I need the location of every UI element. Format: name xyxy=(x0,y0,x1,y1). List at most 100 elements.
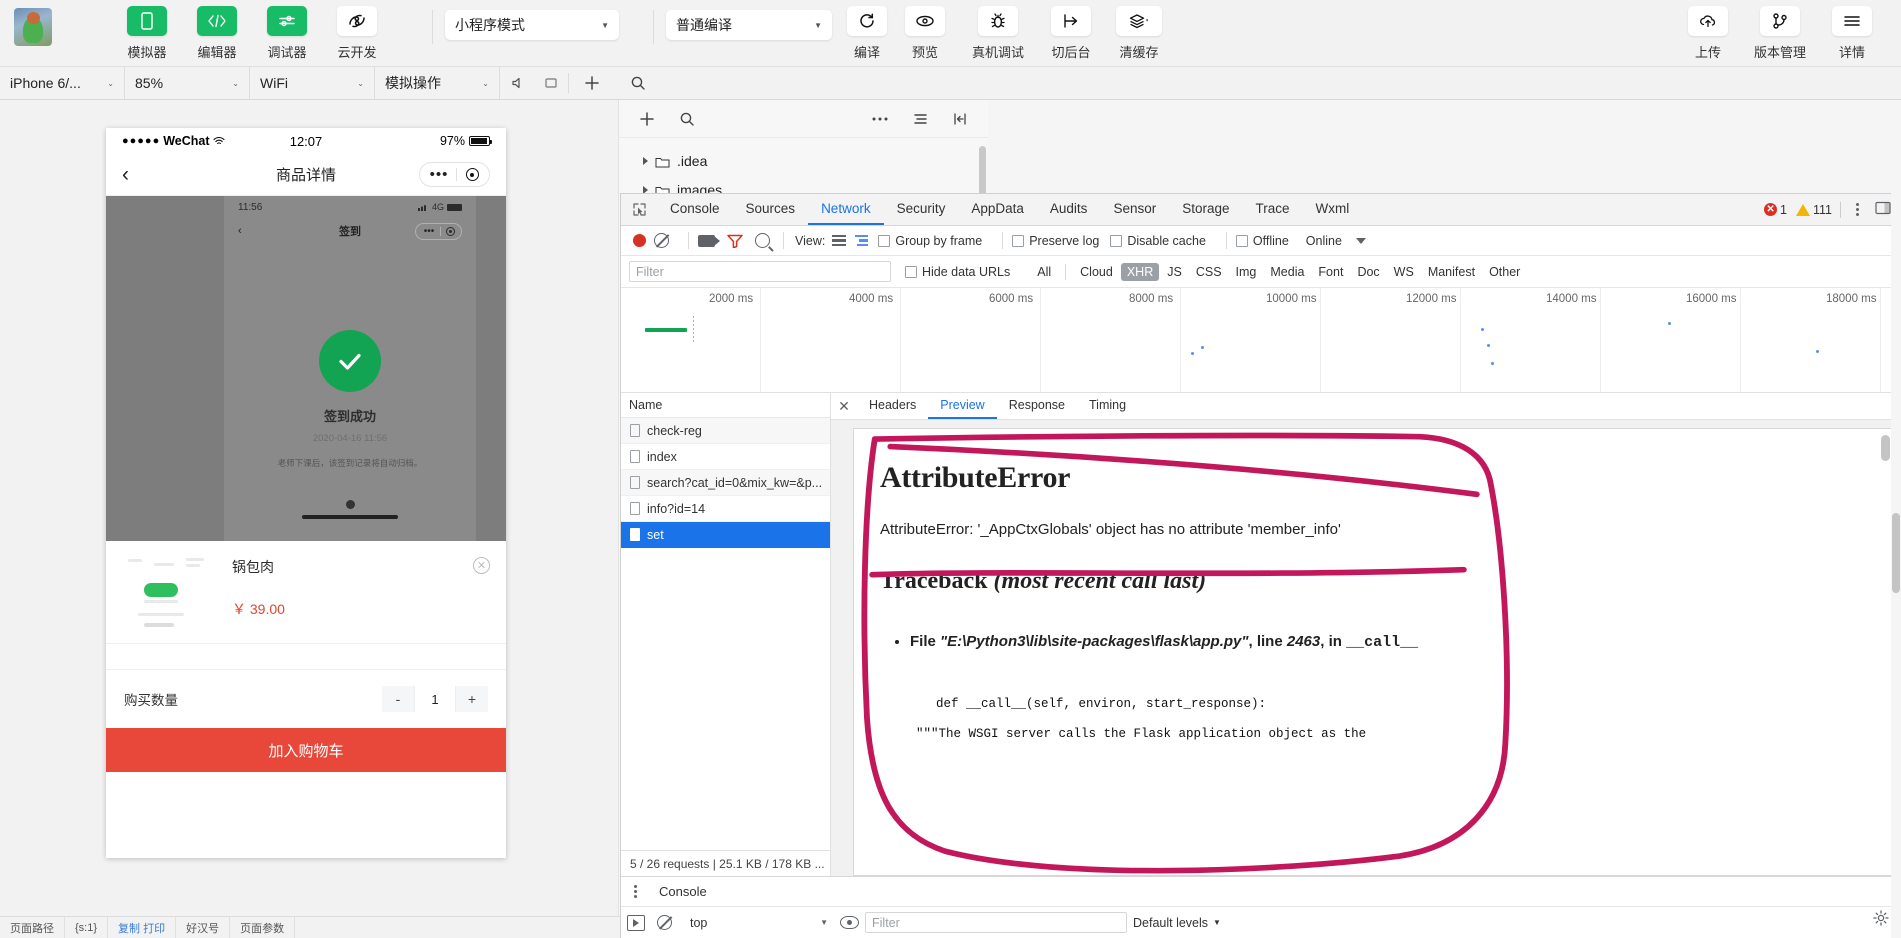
offline-checkbox[interactable]: Offline xyxy=(1235,234,1289,248)
filter-cloud[interactable]: Cloud xyxy=(1074,263,1119,281)
error-count[interactable]: ✕ 1 xyxy=(1764,203,1787,217)
capture-screenshots-icon[interactable] xyxy=(698,234,720,247)
filter-all[interactable]: All xyxy=(1031,263,1057,281)
toolbar-action-background[interactable]: 切后台 xyxy=(1044,6,1098,61)
tab-security[interactable]: Security xyxy=(884,194,959,225)
inspect-element-icon[interactable] xyxy=(621,194,657,225)
table-row[interactable]: search?cat_id=0&mix_kw=&p... xyxy=(621,470,830,496)
tab-console-drawer[interactable]: Console xyxy=(649,884,717,899)
hide-data-urls-checkbox[interactable]: Hide data URLs xyxy=(905,265,1010,279)
screen-icon[interactable] xyxy=(534,67,568,99)
preserve-log-checkbox[interactable]: Preserve log xyxy=(1012,234,1099,248)
close-icon[interactable]: ✕ xyxy=(473,557,490,574)
toolbar-action-upload[interactable]: 上传 xyxy=(1677,6,1739,61)
filter-font[interactable]: Font xyxy=(1312,263,1349,281)
zoom-select[interactable]: 85% ⌄ xyxy=(125,67,250,99)
volume-icon[interactable] xyxy=(500,67,534,99)
disable-cache-checkbox[interactable]: Disable cache xyxy=(1110,234,1206,248)
quantity-value[interactable]: 1 xyxy=(414,686,456,712)
tab-timing[interactable]: Timing xyxy=(1077,393,1138,419)
collapse-all-icon[interactable] xyxy=(900,105,940,133)
live-expression-icon[interactable] xyxy=(840,916,859,929)
network-overview-timeline[interactable]: 2000 ms 4000 ms 6000 ms 8000 ms 10000 ms… xyxy=(621,288,1901,393)
toolbar-action-realdevice[interactable]: 真机调试 xyxy=(966,6,1030,61)
clear-console-icon[interactable] xyxy=(657,915,672,930)
simulate-select[interactable]: 模拟操作 ⌄ xyxy=(375,67,500,99)
toolbar-action-clearcache[interactable]: 清缓存 xyxy=(1112,6,1166,61)
toolbar-action-version[interactable]: 版本管理 xyxy=(1747,6,1813,61)
filter-media[interactable]: Media xyxy=(1264,263,1310,281)
mode-select[interactable]: 小程序模式 ▼ xyxy=(445,10,619,40)
warning-count[interactable]: 111 xyxy=(1795,203,1832,217)
filter-doc[interactable]: Doc xyxy=(1351,263,1385,281)
bottom-cell-copy[interactable]: 复制 打印 xyxy=(108,917,177,938)
close-circle-icon[interactable] xyxy=(457,168,487,181)
filter-ws[interactable]: WS xyxy=(1388,263,1420,281)
toolbar-button-clouddev[interactable]: 云开发 xyxy=(326,6,388,61)
dock-icon[interactable] xyxy=(1875,201,1891,218)
user-avatar[interactable] xyxy=(14,8,52,46)
console-context-select[interactable]: top ▼ xyxy=(684,913,834,933)
tab-sources[interactable]: Sources xyxy=(733,194,809,225)
toolbar-action-detail[interactable]: 详情 xyxy=(1821,6,1883,61)
console-levels-select[interactable]: Default levels ▼ xyxy=(1133,916,1221,930)
table-row[interactable]: set xyxy=(621,522,830,548)
tab-preview[interactable]: Preview xyxy=(928,393,997,419)
add-icon[interactable] xyxy=(569,67,615,99)
split-panel-icon[interactable] xyxy=(940,105,980,133)
drawer-menu-icon[interactable] xyxy=(621,885,649,898)
tree-node-idea[interactable]: .idea xyxy=(619,146,988,175)
more-icon[interactable]: ••• xyxy=(422,166,456,183)
search-file-icon[interactable] xyxy=(667,105,707,133)
tab-audits[interactable]: Audits xyxy=(1037,194,1101,225)
filter-icon[interactable] xyxy=(727,234,743,249)
search-icon[interactable] xyxy=(755,233,770,248)
settings-gear-icon[interactable] xyxy=(1873,910,1889,926)
waterfall-view-icon[interactable] xyxy=(855,234,869,247)
filter-xhr[interactable]: XHR xyxy=(1120,262,1160,281)
quantity-minus-button[interactable]: - xyxy=(382,686,414,712)
group-by-frame-checkbox[interactable]: Group by frame xyxy=(878,234,982,248)
page-scrollbar[interactable] xyxy=(1891,193,1901,938)
tab-trace[interactable]: Trace xyxy=(1243,194,1303,225)
search-icon[interactable] xyxy=(615,67,661,99)
throttling-chevron-down-icon[interactable] xyxy=(1355,237,1366,244)
clear-icon[interactable] xyxy=(654,233,669,248)
tab-headers[interactable]: Headers xyxy=(857,393,928,419)
console-filter-input[interactable] xyxy=(865,912,1127,933)
list-view-icon[interactable] xyxy=(832,234,847,247)
tab-wxml[interactable]: Wxml xyxy=(1303,194,1363,225)
tab-console[interactable]: Console xyxy=(657,194,733,225)
table-row[interactable]: index xyxy=(621,444,830,470)
add-file-icon[interactable] xyxy=(627,105,667,133)
filter-img[interactable]: Img xyxy=(1230,263,1263,281)
toolbar-button-debugger[interactable]: 调试器 xyxy=(256,6,318,61)
tab-response[interactable]: Response xyxy=(997,393,1077,419)
preview-scrollbar[interactable] xyxy=(1881,435,1890,869)
filter-other[interactable]: Other xyxy=(1483,263,1526,281)
filter-js[interactable]: JS xyxy=(1161,263,1188,281)
execute-icon[interactable] xyxy=(627,914,645,931)
toolbar-action-compile[interactable]: 编译 xyxy=(842,6,892,61)
record-button[interactable] xyxy=(633,234,646,247)
network-select[interactable]: WiFi ⌄ xyxy=(250,67,375,99)
table-row[interactable]: check-reg xyxy=(621,418,830,444)
more-options-icon[interactable] xyxy=(860,105,900,133)
toolbar-action-preview[interactable]: 预览 xyxy=(900,6,950,61)
table-row[interactable]: info?id=14 xyxy=(621,496,830,522)
tab-sensor[interactable]: Sensor xyxy=(1100,194,1169,225)
quantity-plus-button[interactable]: + xyxy=(456,686,488,712)
tab-network[interactable]: Network xyxy=(808,194,884,225)
toolbar-button-simulator[interactable]: 模拟器 xyxy=(116,6,178,61)
filter-manifest[interactable]: Manifest xyxy=(1422,263,1481,281)
close-icon[interactable]: ✕ xyxy=(831,393,857,419)
filter-css[interactable]: CSS xyxy=(1190,263,1228,281)
add-to-cart-button[interactable]: 加入购物车 xyxy=(106,728,506,772)
network-filter-input[interactable] xyxy=(629,261,891,282)
compile-select[interactable]: 普通编译 ▼ xyxy=(666,10,832,40)
toolbar-button-editor[interactable]: 编辑器 xyxy=(186,6,248,61)
device-select[interactable]: iPhone 6/... ⌄ xyxy=(0,67,125,99)
tab-appdata[interactable]: AppData xyxy=(958,194,1037,225)
tab-storage[interactable]: Storage xyxy=(1169,194,1242,225)
devtools-menu-icon[interactable] xyxy=(1849,203,1865,216)
